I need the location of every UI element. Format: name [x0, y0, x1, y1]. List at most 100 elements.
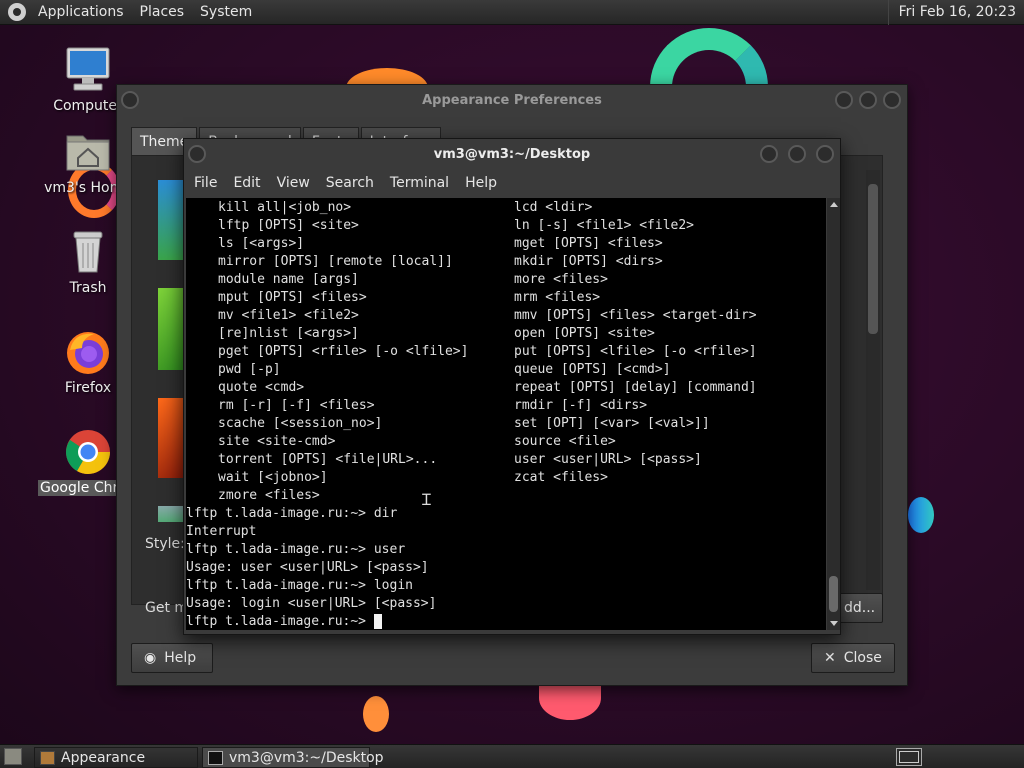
help-command-entry: mirror [OPTS] [remote [local]] [218, 254, 453, 269]
terminal-output[interactable]: Ɪ kill all|<job_no>lftp [OPTS] <site> ls … [186, 198, 826, 630]
menu-edit[interactable]: Edit [225, 175, 268, 191]
workspace-indicator [899, 751, 919, 763]
theme-thumbnail[interactable] [158, 180, 186, 260]
home-folder-icon [64, 128, 112, 176]
scroll-up-icon[interactable] [830, 202, 838, 207]
appearance-app-icon [40, 751, 55, 765]
help-command-entry: zcat <files> [514, 470, 608, 485]
close-icon[interactable] [883, 91, 901, 109]
ibeam-cursor-icon: Ɪ [422, 490, 431, 509]
help-command-entry: repeat [OPTS] [delay] [command] [514, 380, 757, 395]
help-command-entry: site <site-cmd> [218, 434, 336, 449]
help-command-entry: lcd <ldir> [514, 200, 593, 215]
minimize-icon[interactable] [835, 91, 853, 109]
firefox-icon [64, 328, 112, 376]
minimize-icon[interactable] [760, 145, 778, 163]
desktop-icon-label: Firefox [64, 380, 112, 396]
scrollbar-thumb[interactable] [868, 184, 878, 334]
workspace-switcher[interactable] [896, 748, 922, 766]
scrollbar-thumb[interactable] [829, 576, 838, 612]
text-cursor [373, 614, 382, 629]
terminal-titlebar[interactable]: vm3@vm3:~/Desktop [184, 139, 840, 169]
clock[interactable]: Fri Feb 16, 20:23 [887, 0, 1024, 25]
close-icon[interactable] [816, 145, 834, 163]
prompt-text: lftp t.lada-image.ru:~> [186, 614, 374, 629]
help-command-entry: rmdir [-f] <dirs> [514, 398, 648, 413]
help-command-entry: mmv [OPTS] <files> <target-dir> [514, 308, 757, 323]
window-menu-icon[interactable] [121, 91, 139, 109]
theme-thumbnail[interactable] [158, 398, 186, 478]
places-menu[interactable]: Places [132, 0, 193, 25]
help-command-entry: lftp [OPTS] <site> [218, 218, 359, 233]
close-button-label: Close [843, 650, 882, 666]
menu-terminal[interactable]: Terminal [382, 175, 457, 191]
task-label: Appearance Prefere... [61, 750, 146, 766]
help-command-entry: wait [<jobno>] [218, 470, 328, 485]
appearance-titlebar[interactable]: Appearance Preferences [117, 85, 907, 115]
help-command-entry: user <user|URL> [<pass>] [514, 452, 702, 467]
scroll-down-icon[interactable] [830, 621, 838, 626]
bottom-panel: Appearance Prefere... vm3@vm3:~/Desktop [0, 744, 1024, 768]
add-button-label: dd... [844, 600, 876, 616]
help-command-entry: open [OPTS] <site> [514, 326, 655, 341]
help-command-entry: quote <cmd> [218, 380, 305, 395]
window-menu-icon[interactable] [188, 145, 206, 163]
help-command-entry: source <file> [514, 434, 616, 449]
help-command-entry: more <files> [514, 272, 608, 287]
menu-help[interactable]: Help [457, 175, 505, 191]
theme-thumbnail[interactable] [158, 506, 186, 522]
help-command-entry: torrent [OPTS] <file|URL>... [218, 452, 438, 467]
system-menu[interactable]: System [192, 0, 260, 25]
help-command-entry: mv <file1> <file2> [218, 308, 359, 323]
maximize-icon[interactable] [859, 91, 877, 109]
help-command-entry: module name [args] [218, 272, 359, 287]
help-command-entry: put [OPTS] <lfile> [-o <rfile>] [514, 344, 757, 359]
help-command-entry: mkdir [OPTS] <dirs> [514, 254, 663, 269]
help-command-entry: queue [OPTS] [<cmd>] [514, 362, 671, 377]
help-command-entry: rm [-r] [-f] <files> [218, 398, 375, 413]
menu-search[interactable]: Search [318, 175, 382, 191]
terminal-menubar: File Edit View Search Terminal Help [184, 169, 840, 197]
trash-icon [64, 228, 112, 276]
terminal-scrollbar[interactable] [827, 198, 840, 630]
help-command-entry: set [OPT] [<var> [<val>]] [514, 416, 710, 431]
help-button[interactable]: ◉ Help [131, 643, 213, 673]
menu-file[interactable]: File [186, 175, 225, 191]
terminal-session-line: Interrupt [186, 524, 257, 539]
add-button[interactable]: dd... [839, 593, 883, 623]
computer-icon [64, 46, 112, 94]
help-command-entry: zmore <files> [218, 488, 320, 503]
terminal-session-line: lftp t.lada-image.ru:~> login [186, 578, 413, 593]
theme-list-scrollbar[interactable] [866, 170, 880, 590]
window-title: Appearance Preferences [422, 92, 602, 108]
distro-logo-icon[interactable] [8, 3, 26, 21]
help-command-entry: mrm <files> [514, 290, 601, 305]
terminal-session-line: lftp t.lada-image.ru:~> dir [186, 506, 398, 521]
terminal-window: vm3@vm3:~/Desktop File Edit View Search … [183, 138, 841, 635]
taskbar-item-appearance[interactable]: Appearance Prefere... [34, 747, 198, 768]
menu-view[interactable]: View [269, 175, 318, 191]
chrome-icon [64, 428, 112, 476]
help-command-entry: kill all|<job_no> [218, 200, 352, 215]
terminal-prompt-line[interactable]: lftp t.lada-image.ru:~> [186, 613, 382, 630]
get-more-label[interactable]: Get m [145, 600, 188, 616]
show-desktop-icon[interactable] [4, 748, 22, 765]
theme-thumbnail[interactable] [158, 288, 186, 370]
top-panel: Applications Places System Fri Feb 16, 2… [0, 0, 1024, 25]
help-command-entry: scache [<session_no>] [218, 416, 383, 431]
help-command-entry: ls [<args>] [218, 236, 305, 251]
maximize-icon[interactable] [788, 145, 806, 163]
applications-menu[interactable]: Applications [30, 0, 132, 25]
close-button[interactable]: ✕ Close [811, 643, 895, 673]
help-button-label: Help [164, 650, 197, 666]
help-command-entry: mput [OPTS] <files> [218, 290, 367, 305]
taskbar-item-terminal[interactable]: vm3@vm3:~/Desktop [202, 747, 384, 768]
help-icon: ◉ [144, 650, 157, 666]
wallpaper-orange-drop-shape [363, 696, 389, 732]
desktop-icon-label: Computer [53, 98, 123, 114]
help-command-entry: ln [-s] <file1> <file2> [514, 218, 695, 233]
desktop-icon-label: Trash [69, 280, 107, 296]
terminal-session-line: Usage: login <user|URL> [<pass>] [186, 596, 437, 611]
terminal-session-line: Usage: user <user|URL> [<pass>] [186, 560, 429, 575]
style-label: Style: [145, 536, 185, 552]
